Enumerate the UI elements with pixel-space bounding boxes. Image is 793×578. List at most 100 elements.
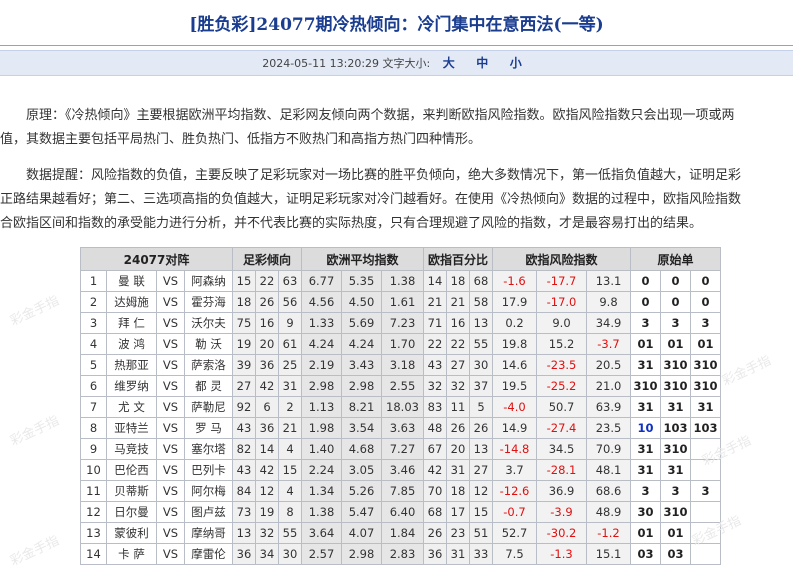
match-number: 5 [80, 354, 107, 376]
font-size-medium-button[interactable]: 中 [476, 56, 488, 70]
header-euro-avg: 欧洲平均指数 [301, 247, 424, 271]
vs-label: VS [156, 522, 185, 544]
original-pick-cell: 01 [630, 522, 661, 544]
euro-pct-cell: 22 [446, 333, 470, 355]
risk-cell: -0.7 [492, 501, 537, 523]
euro-pct-cell: 68 [423, 501, 447, 523]
vs-label: VS [156, 333, 185, 355]
original-pick-cell: 103 [690, 417, 721, 439]
original-pick-cell: 10 [630, 417, 661, 439]
tendency-cell: 16 [255, 312, 279, 334]
principle-paragraph: 原理：《冷热倾向》主要根据欧洲平均指数、足彩网友倾向两个数据，来判断欧指风险指数… [0, 104, 793, 152]
euro-pct-cell: 27 [469, 459, 493, 481]
euro-odds-cell: 4.07 [341, 522, 382, 544]
original-pick-cell: 0 [630, 270, 661, 292]
tendency-cell: 12 [255, 480, 279, 502]
watermark-text: 彩金手指 [8, 533, 62, 570]
original-pick-cell: 0 [630, 291, 661, 313]
euro-pct-cell: 33 [469, 543, 493, 565]
vs-label: VS [156, 375, 185, 397]
euro-pct-cell: 71 [423, 312, 447, 334]
original-pick-cell: 31 [630, 459, 661, 481]
tendency-cell: 2 [278, 396, 302, 418]
tendency-cell: 14 [255, 438, 279, 460]
vs-label: VS [156, 438, 185, 460]
reminder-line-2: 正路结果越看好；第二、三选项高指的负值越大，证明足彩玩家对冷门越看好。在使用《冷… [0, 192, 742, 207]
match-number: 11 [80, 480, 107, 502]
euro-pct-cell: 20 [446, 438, 470, 460]
euro-pct-cell: 37 [469, 375, 493, 397]
euro-odds-cell: 1.61 [381, 291, 424, 313]
home-team: 蒙彼利 [106, 522, 157, 544]
original-pick-cell: 0 [660, 270, 691, 292]
vs-label: VS [156, 543, 185, 565]
euro-pct-cell: 13 [469, 312, 493, 334]
tendency-cell: 75 [232, 312, 256, 334]
risk-cell: -30.2 [536, 522, 587, 544]
euro-pct-cell: 30 [469, 354, 493, 376]
font-size-small-button[interactable]: 小 [510, 56, 522, 70]
original-pick-cell: 310 [660, 354, 691, 376]
vs-label: VS [156, 459, 185, 481]
tendency-cell: 82 [232, 438, 256, 460]
tendency-cell: 4 [278, 480, 302, 502]
original-pick-cell: 0 [690, 291, 721, 313]
euro-odds-cell: 2.24 [301, 459, 342, 481]
euro-pct-cell: 58 [469, 291, 493, 313]
original-pick-cell: 3 [660, 480, 691, 502]
risk-cell: -17.7 [536, 270, 587, 292]
euro-pct-cell: 14 [423, 270, 447, 292]
original-pick-cell: 3 [630, 480, 661, 502]
euro-pct-cell: 21 [423, 291, 447, 313]
risk-cell: 21.0 [586, 375, 631, 397]
tendency-cell: 20 [255, 333, 279, 355]
tendency-cell: 13 [232, 522, 256, 544]
original-pick-cell: 01 [630, 333, 661, 355]
tendency-cell: 36 [255, 354, 279, 376]
reminder-line-1: 数据提醒：风险指数的负值，主要反映了足彩玩家对一场比赛的胜平负倾向，绝大多数情况… [26, 168, 742, 183]
original-pick-cell: 31 [660, 459, 691, 481]
header-original: 原始单 [630, 247, 721, 271]
away-team: 勒 沃 [184, 333, 233, 355]
tendency-cell: 31 [278, 375, 302, 397]
tendency-cell: 19 [232, 333, 256, 355]
vs-label: VS [156, 354, 185, 376]
match-number: 14 [80, 543, 107, 565]
euro-pct-cell: 32 [423, 375, 447, 397]
euro-pct-cell: 83 [423, 396, 447, 418]
table-row: 13 蒙彼利 VS 摩纳哥 13 32 55 3.64 4.07 1.84 26 23 51 52.7 -3… [80, 522, 721, 544]
title-divider [0, 45, 793, 46]
odds-table: 24077对阵 足彩倾向 欧洲平均指数 欧指百分比 欧指风险指数 原始单 1曼 … [80, 247, 721, 565]
original-pick-cell: 3 [690, 480, 721, 502]
font-size-large-button[interactable]: 大 [443, 56, 455, 70]
header-match: 24077对阵 [80, 247, 233, 271]
euro-odds-cell: 3.05 [341, 459, 382, 481]
risk-cell: 0.2 [492, 312, 537, 334]
match-number: 7 [80, 396, 107, 418]
header-euro-pct: 欧指百分比 [423, 247, 493, 271]
tendency-cell: 27 [232, 375, 256, 397]
table-row: 8 亚特兰 VS 罗 马 43 36 21 1.98 3.54 3.63 48 26 26 14.9 -27… [80, 417, 721, 439]
risk-cell: 3.7 [492, 459, 537, 481]
euro-odds-cell: 1.38 [381, 270, 424, 292]
euro-odds-cell: 1.38 [301, 501, 342, 523]
euro-odds-cell: 1.13 [301, 396, 342, 418]
original-pick-cell: 31 [630, 354, 661, 376]
tendency-cell: 36 [255, 417, 279, 439]
home-team: 亚特兰 [106, 417, 157, 439]
euro-pct-cell: 23 [446, 522, 470, 544]
euro-pct-cell: 31 [446, 543, 470, 565]
risk-cell: -1.6 [492, 270, 537, 292]
vs-label: VS [156, 291, 185, 313]
risk-cell: -3.7 [586, 333, 631, 355]
table-row: 12 日尔曼 VS 图卢兹 73 19 8 1.38 5.47 6.40 68 17 15 -0.7 -3.… [80, 501, 721, 523]
home-team: 曼 联 [106, 270, 157, 292]
original-pick-cell: 3 [690, 312, 721, 334]
tendency-cell: 61 [278, 333, 302, 355]
euro-odds-cell: 3.54 [341, 417, 382, 439]
euro-odds-cell: 6.40 [381, 501, 424, 523]
original-pick-cell: 310 [630, 375, 661, 397]
euro-odds-cell: 4.24 [341, 333, 382, 355]
reminder-paragraph: 数据提醒：风险指数的负值，主要反映了足彩玩家对一场比赛的胜平负倾向，绝大多数情况… [0, 164, 793, 236]
match-number: 13 [80, 522, 107, 544]
